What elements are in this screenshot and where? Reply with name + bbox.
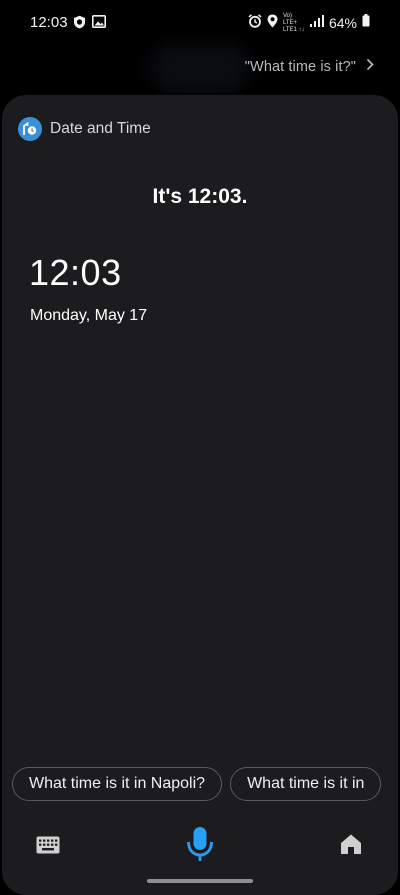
image-icon xyxy=(92,15,106,34)
status-left-icons xyxy=(73,15,106,34)
status-time: 12:03 xyxy=(30,14,68,31)
alarm-icon xyxy=(248,13,262,33)
signal-icon xyxy=(309,14,324,32)
location-icon xyxy=(267,14,278,33)
chevron-right-icon xyxy=(366,58,374,76)
home-icon[interactable] xyxy=(340,833,362,860)
battery-percentage: 64% xyxy=(328,15,357,31)
query-text: "What time is it?" xyxy=(244,59,356,75)
keyboard-icon[interactable] xyxy=(36,836,60,859)
status-bar: 12:03 Vo) LTE+ LTE1 ↑↓ 64% xyxy=(0,0,400,44)
query-bubble-shadow xyxy=(150,44,250,92)
clock-time: 12:03 xyxy=(29,252,122,293)
card-title: Date and Time xyxy=(50,120,151,137)
shield-icon xyxy=(73,15,86,34)
network-bottom-text: LTE1 ↑↓ xyxy=(282,26,305,33)
network-label: Vo) LTE+ LTE1 ↑↓ xyxy=(283,13,305,34)
suggestion-chip-napoli[interactable]: What time is it in Napoli? xyxy=(12,767,223,801)
network-top-text: Vo) LTE+ xyxy=(282,12,298,26)
card-header[interactable]: Date and Time xyxy=(18,117,151,141)
suggestion-chips: What time is it in Napoli? What time is … xyxy=(12,767,400,801)
clock-app-icon xyxy=(18,117,42,141)
clock-date: Monday, May 17 xyxy=(30,307,148,324)
battery-icon xyxy=(362,14,370,32)
microphone-icon[interactable] xyxy=(185,826,215,869)
navigation-handle[interactable] xyxy=(147,879,253,883)
suggestion-chip-second[interactable]: What time is it in xyxy=(230,767,382,801)
query-row[interactable]: "What time is it?" xyxy=(245,58,374,76)
status-right-group: Vo) LTE+ LTE1 ↑↓ 64% xyxy=(248,12,370,34)
answer-text: It's 12:03. xyxy=(152,185,248,208)
